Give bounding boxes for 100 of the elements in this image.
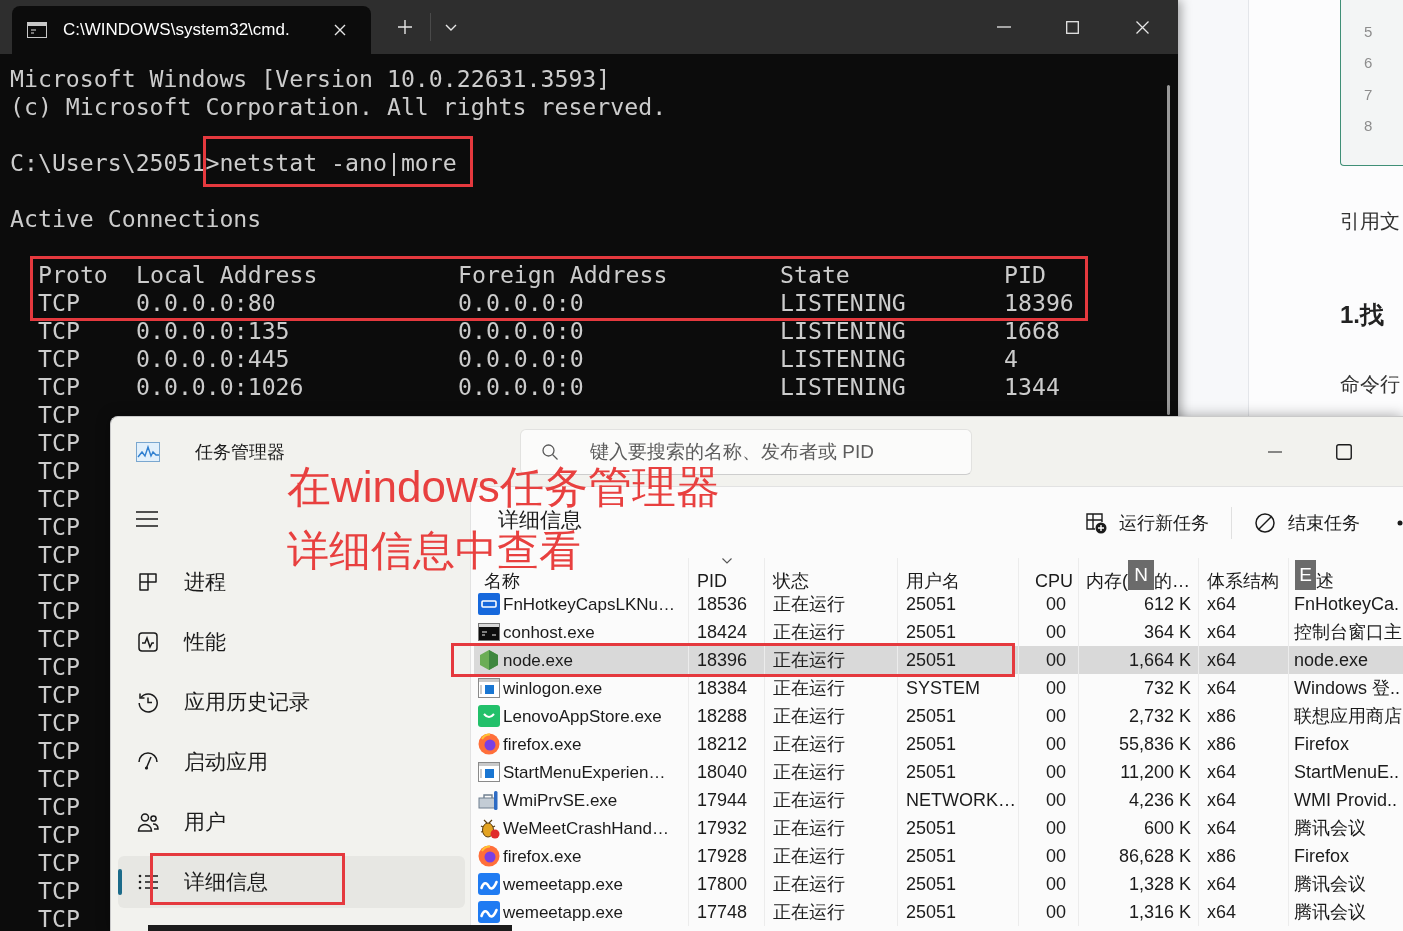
table-cell: 正在运行 (773, 761, 845, 783)
table-cell: 18288 (697, 705, 748, 727)
table-cell: 86,628 K (1118, 845, 1191, 867)
process-row[interactable]: WeMeetCrashHand… 17932 正在运行 25051 00 600 K x64 腾讯会议 (474, 814, 1403, 842)
process-name: node.exe (503, 649, 573, 671)
table-cell: 612 K (1143, 593, 1191, 615)
nav-item[interactable]: 应用历史记录 (118, 676, 465, 728)
table-cell: 正在运行 (773, 649, 845, 671)
process-row[interactable]: winlogon.exe 18384 正在运行 SYSTEM 00 732 K x64 Windows 登.. (474, 674, 1403, 702)
flame-globe-icon (478, 845, 500, 867)
column-header[interactable]: 内存( N 的… (1078, 558, 1198, 590)
table-cell: TCP (38, 432, 80, 454)
table-cell: 0.0.0.0:445 (136, 348, 290, 370)
run-task-button[interactable]: 运行新任务 (1075, 502, 1219, 543)
table-cell: 正在运行 (773, 817, 845, 839)
table-cell: 55,836 K (1118, 733, 1191, 755)
table-cell: TCP (38, 488, 80, 510)
plus-icon[interactable] (398, 20, 412, 34)
table-cell: 600 K (1143, 817, 1191, 839)
table-cell: 1344 (1004, 376, 1060, 398)
table-cell: TCP (38, 824, 80, 846)
table-cell: x86 (1207, 705, 1237, 727)
column-header[interactable]: 体系结构 (1198, 558, 1288, 590)
table-cell: x64 (1207, 817, 1237, 839)
close-icon[interactable] (334, 24, 346, 36)
line-number: 7 (1364, 84, 1373, 105)
table-cell: 17932 (697, 817, 748, 839)
table-cell: 0.0.0.0:80 (136, 292, 276, 314)
nav-item[interactable]: 用户 (118, 796, 465, 848)
table-cell: 0.0.0.0:135 (136, 320, 290, 342)
process-name: firefox.exe (503, 733, 582, 755)
process-name: FnHotkeyCapsLKNu… (503, 593, 675, 615)
table-cell: TCP (38, 712, 80, 734)
console-heading: Active Connections (10, 208, 262, 230)
more-icon[interactable] (1397, 519, 1403, 526)
users-icon (137, 811, 159, 833)
table-cell: 364 K (1143, 621, 1191, 643)
grid-icon (137, 571, 159, 593)
process-row[interactable]: LenovoAppStore.exe 18288 正在运行 25051 00 2,732 K x86 联想应用商店 (474, 702, 1403, 730)
table-heading: Local Address (136, 264, 318, 286)
nav-item[interactable]: 详细信息 (118, 856, 465, 908)
table-cell: 4,236 K (1128, 789, 1191, 811)
chevron-down-icon[interactable] (445, 23, 457, 31)
table-cell: 25051 (906, 845, 957, 867)
process-row[interactable]: WmiPrvSE.exe 17944 正在运行 NETWORK… 00 4,236 K x64 WMI Provid.. (474, 786, 1403, 814)
process-row[interactable]: StartMenuExperien… 18040 正在运行 25051 00 11,200 K x64 StartMenuE.. (474, 758, 1403, 786)
process-row[interactable]: wemeetapp.exe 17800 正在运行 25051 00 1,328 K x64 腾讯会议 (474, 870, 1403, 898)
terminal-tab[interactable]: C:\WINDOWS\system32\cmd. (12, 6, 371, 54)
process-row[interactable]: node.exe 18396 正在运行 25051 00 1,664 K x64 node.exe (474, 646, 1403, 674)
column-header[interactable]: PID (688, 558, 764, 590)
table-cell: 正在运行 (773, 621, 845, 643)
close-icon[interactable] (1136, 20, 1149, 34)
table-cell: 18424 (697, 621, 748, 643)
process-row[interactable]: wemeetapp.exe 17748 正在运行 25051 00 1,316 K x64 腾讯会议 (474, 898, 1403, 926)
table-cell: 00 (1045, 621, 1066, 643)
column-header[interactable]: 用户名 (897, 558, 1018, 590)
process-row[interactable]: firefox.exe 18212 正在运行 25051 00 55,836 K x86 Firefox (474, 730, 1403, 758)
table-cell: Firefox (1294, 733, 1349, 755)
minimize-icon[interactable] (1268, 450, 1282, 453)
table-cell: 0.0.0.0:0 (458, 376, 584, 398)
table-cell: TCP (38, 320, 80, 342)
menu-icon[interactable] (136, 511, 158, 527)
column-header[interactable]: CPU (1018, 558, 1078, 590)
table-cell: 1,328 K (1128, 873, 1191, 895)
table-heading: Proto (38, 264, 108, 286)
process-row[interactable]: firefox.exe 17928 正在运行 25051 00 86,628 K x86 Firefox (474, 842, 1403, 870)
process-name: WeMeetCrashHand… (503, 817, 669, 839)
table-cell: x64 (1207, 789, 1237, 811)
column-header[interactable]: 状态 (764, 558, 897, 590)
table-cell: WMI Provid.. (1294, 789, 1397, 811)
table-cell: 25051 (906, 817, 957, 839)
column-header[interactable]: E 述 (1288, 558, 1403, 590)
table-cell: 18536 (697, 593, 748, 615)
table-cell: 11,200 K (1120, 761, 1191, 783)
table-cell: 4 (1004, 348, 1018, 370)
paragraph-text: 引用文 (1340, 209, 1400, 234)
speedometer-icon (137, 751, 159, 773)
table-cell: 00 (1045, 733, 1066, 755)
pulse-icon (137, 631, 159, 653)
table-cell: TCP (38, 600, 80, 622)
table-cell: node.exe (1294, 649, 1369, 671)
table-cell: SYSTEM (906, 677, 980, 699)
table-cell: Firefox (1294, 845, 1349, 867)
table-cell: NETWORK… (906, 789, 1016, 811)
table-cell: 17944 (697, 789, 748, 811)
table-cell: 1,316 K (1128, 901, 1191, 923)
nav-item[interactable]: 性能 (118, 616, 465, 668)
console-text: (c) Microsoft Corporation. All rights reserved. (10, 96, 667, 118)
window-icon (478, 678, 500, 698)
prohibit-icon (1254, 511, 1276, 534)
table-cell: 腾讯会议 (1294, 873, 1366, 895)
table-cell: LISTENING (780, 292, 906, 314)
nav-item[interactable]: 启动应用 (118, 736, 465, 788)
end-task-button[interactable]: 结束任务 (1244, 502, 1370, 543)
table-cell: TCP (38, 572, 80, 594)
table-cell: TCP (38, 628, 80, 650)
process-row[interactable]: FnHotkeyCapsLKNu… 18536 正在运行 25051 00 612 K x64 FnHotkeyCa. (474, 590, 1403, 618)
table-cell: 25051 (906, 705, 957, 727)
table-cell: TCP (38, 544, 80, 566)
maximize-icon[interactable] (1336, 443, 1352, 460)
